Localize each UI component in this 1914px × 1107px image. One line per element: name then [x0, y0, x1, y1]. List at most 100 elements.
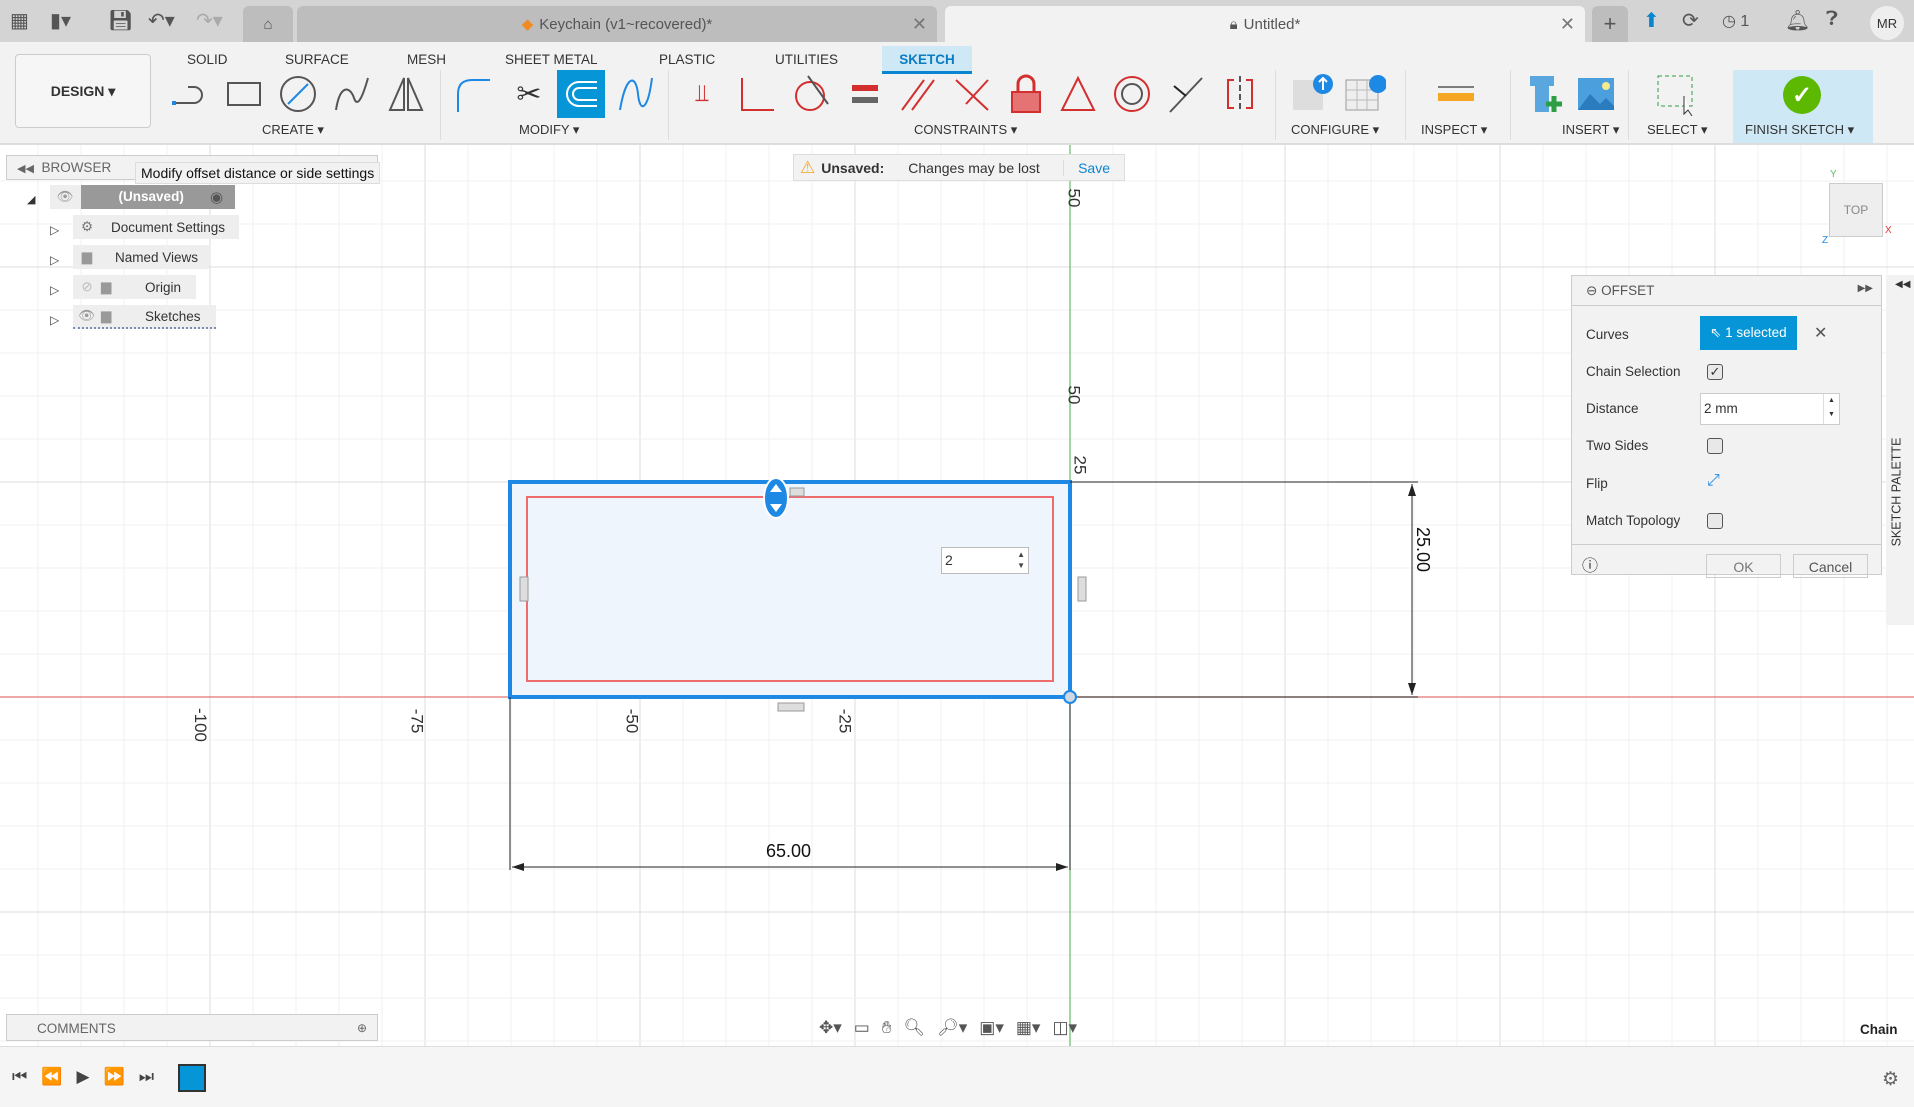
offset-tool-icon[interactable] — [557, 70, 605, 118]
equal-icon[interactable] — [840, 70, 888, 118]
sketch-canvas[interactable]: 50 50 25 -100 -75 -50 -25 65.00 25.00 2 ▲… — [0, 145, 1914, 1046]
extensions-icon[interactable]: ⟳ — [1682, 8, 1699, 33]
flip-icon[interactable]: ⤢ — [1707, 472, 1720, 490]
lock-constraint-icon[interactable] — [1002, 70, 1050, 118]
save-icon[interactable]: 💾︎ — [108, 8, 133, 33]
save-link[interactable]: Save — [1063, 159, 1124, 176]
go-to-start-icon[interactable]: ⏮ — [12, 1067, 27, 1087]
step-back-icon[interactable]: ⏪ — [41, 1067, 62, 1087]
spinner-icon[interactable]: ▲ ▼ — [1017, 549, 1025, 571]
select-window-icon[interactable] — [1652, 70, 1700, 118]
ok-button[interactable]: OK — [1706, 554, 1781, 578]
help-icon[interactable]: ❓︎ — [1826, 8, 1838, 31]
chain-selection-checkbox[interactable]: ✓ — [1707, 364, 1723, 380]
tangent-icon[interactable] — [786, 70, 834, 118]
offset-distance-input[interactable]: 2 ▲ ▼ — [941, 547, 1029, 574]
fillet-tool-icon[interactable] — [450, 70, 498, 118]
rectangle-tool-icon[interactable] — [220, 70, 268, 118]
browser-item-document-settings[interactable]: ⚙ Document Settings — [73, 215, 239, 239]
comments-panel[interactable]: COMMENTS ⊕ — [6, 1014, 378, 1041]
finish-sketch-button[interactable]: ✓ FINISH SKETCH ▾ — [1733, 70, 1873, 143]
coincident-icon[interactable] — [732, 70, 780, 118]
expand-root-icon[interactable]: ◢ — [27, 193, 35, 206]
home-tab[interactable]: ⌂ — [243, 6, 293, 42]
undo-icon[interactable]: ↶▾ — [148, 8, 175, 33]
line-tool-icon[interactable] — [166, 70, 214, 118]
close-tab-icon[interactable]: ✕ — [1560, 14, 1575, 35]
viewports-icon[interactable]: ◫▾ — [1052, 1018, 1077, 1038]
browser-item-named-views[interactable]: ▆ Named Views — [73, 245, 209, 269]
expand-icon[interactable]: ▶▶ — [1858, 283, 1873, 294]
close-tab-icon[interactable]: ✕ — [912, 14, 927, 35]
step-forward-icon[interactable]: ⏩ — [104, 1067, 125, 1087]
activate-radio-icon[interactable]: ◉ — [210, 188, 223, 206]
look-at-icon[interactable]: ▭ — [854, 1018, 870, 1038]
play-icon[interactable]: ▶ — [76, 1067, 89, 1087]
orbit-icon[interactable]: ✥▾ — [819, 1018, 842, 1038]
concentric-icon[interactable] — [1108, 70, 1156, 118]
eye-icon[interactable]: 👁︎ — [50, 189, 81, 205]
browser-root-item[interactable]: 👁︎ (Unsaved) — [50, 185, 235, 209]
match-topology-checkbox[interactable] — [1707, 513, 1723, 529]
perpendicular-icon[interactable] — [948, 70, 996, 118]
offset-dialog-header[interactable]: ⊖ OFFSET ▶▶ — [1572, 276, 1881, 306]
parallel-icon[interactable] — [894, 70, 942, 118]
file-menu-icon[interactable]: ▮▾ — [50, 8, 71, 33]
circle-tool-icon[interactable] — [274, 70, 322, 118]
trim-scissors-icon[interactable]: ✂ — [505, 70, 553, 118]
insert-fastener-icon[interactable] — [1520, 70, 1568, 118]
redo-icon[interactable]: ↷▾ — [196, 8, 223, 33]
user-avatar[interactable]: MR — [1870, 6, 1904, 40]
fit-icon[interactable]: 🔎︎▾ — [937, 1018, 967, 1038]
apps-grid-icon[interactable]: ▦ — [10, 8, 29, 33]
doc-tab-untitled[interactable]: 🔒︎ Untitled* ✕ — [945, 6, 1585, 42]
timeline-sketch-feature[interactable] — [178, 1064, 206, 1092]
eye-hidden-icon[interactable]: ⊘ — [73, 279, 101, 295]
collinear-icon[interactable] — [1162, 70, 1210, 118]
grid-settings-icon[interactable]: ▦▾ — [1016, 1018, 1041, 1038]
browser-item-sketches[interactable]: 👁︎ ▆ Sketches — [73, 305, 216, 329]
midpoint-icon[interactable] — [1054, 70, 1102, 118]
constraints-menu[interactable]: CONSTRAINTS ▾ — [914, 122, 1017, 138]
configure-menu[interactable]: CONFIGURE ▾ — [1291, 122, 1379, 138]
two-sides-checkbox[interactable] — [1707, 438, 1723, 454]
create-menu[interactable]: CREATE ▾ — [262, 122, 324, 138]
inspect-menu[interactable]: INSPECT ▾ — [1421, 122, 1487, 138]
notifications-icon[interactable]: 🔔︎ — [1785, 8, 1810, 33]
table-configure-icon[interactable] — [1340, 70, 1388, 118]
curves-selection-button[interactable]: ⇖ 1 selected — [1700, 316, 1797, 350]
browser-item-origin[interactable]: ⊘ ▆ Origin — [73, 275, 196, 299]
select-menu[interactable]: SELECT ▾ — [1647, 122, 1707, 138]
doc-tab-keychain[interactable]: ◆ Keychain (v1~recovered)* ✕ — [297, 6, 937, 42]
width-dimension-text[interactable]: 65.00 — [766, 841, 811, 862]
workspace-switcher[interactable]: DESIGN ▾ — [15, 54, 151, 128]
distance-spinner[interactable]: ▲ ▼ — [1823, 394, 1839, 424]
clear-selection-icon[interactable]: ✕ — [1814, 323, 1827, 343]
modify-menu[interactable]: MODIFY ▾ — [519, 122, 579, 138]
eye-icon[interactable]: 👁︎ — [73, 308, 101, 324]
sketch-palette-tab[interactable]: ◀◀ SKETCH PALETTE — [1886, 275, 1914, 625]
insert-menu[interactable]: INSERT ▾ — [1562, 122, 1619, 138]
symmetry-icon[interactable] — [1216, 70, 1264, 118]
timeline-settings-gear-icon[interactable]: ⚙ — [1882, 1068, 1899, 1091]
cancel-button[interactable]: Cancel — [1793, 554, 1868, 578]
measure-ruler-icon[interactable] — [1432, 70, 1480, 118]
zoom-icon[interactable]: 🔍︎ — [904, 1018, 926, 1038]
go-to-end-icon[interactable]: ⏭ — [139, 1067, 154, 1087]
spline-tool-icon[interactable] — [328, 70, 376, 118]
new-tab-button[interactable]: + — [1592, 6, 1628, 42]
distance-input[interactable]: 2 mm ▲ ▼ — [1700, 393, 1840, 425]
add-comment-icon[interactable]: ⊕ — [357, 1021, 367, 1035]
pan-hand-icon[interactable]: ✋︎ — [882, 1018, 892, 1038]
upload-icon[interactable]: ⬆ — [1643, 8, 1660, 33]
display-settings-icon[interactable]: ▣▾ — [979, 1018, 1004, 1038]
conic-curve-icon[interactable] — [612, 70, 660, 118]
info-icon[interactable]: ⓘ — [1582, 552, 1598, 576]
collapse-icon[interactable]: ◀◀ — [17, 163, 34, 175]
change-parameters-icon[interactable] — [1287, 70, 1335, 118]
fix-constraint-icon[interactable]: ⫫ — [678, 70, 726, 118]
job-status[interactable]: ◷ 1 — [1722, 11, 1749, 31]
expand-icon[interactable]: ◀◀ — [1895, 279, 1910, 290]
viewcube[interactable]: TOP — [1829, 183, 1883, 237]
insert-image-icon[interactable] — [1572, 70, 1620, 118]
